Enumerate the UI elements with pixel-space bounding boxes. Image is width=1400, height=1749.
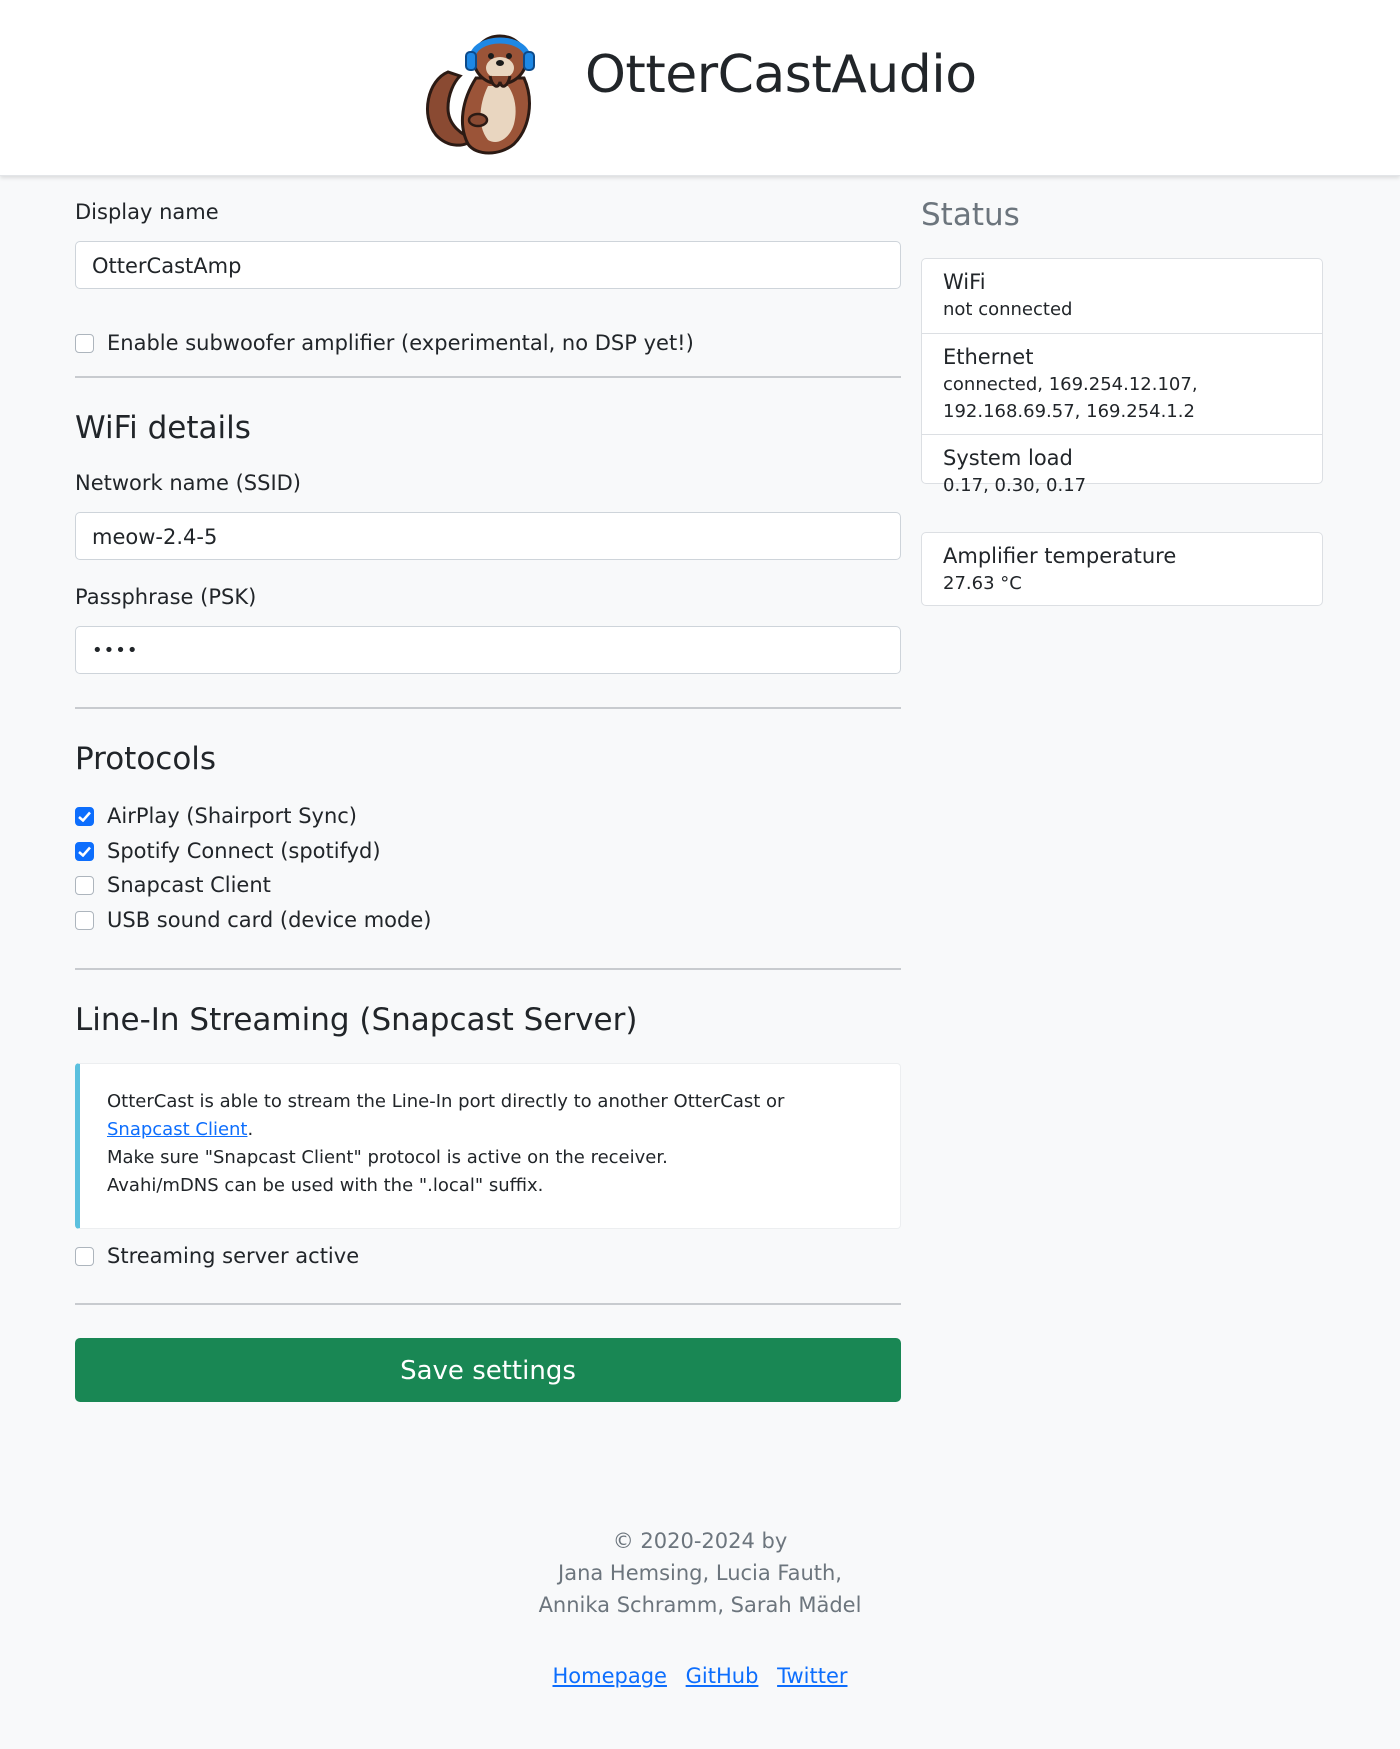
subwoofer-checkbox-row[interactable]: Enable subwoofer amplifier (experimental… — [75, 328, 694, 358]
status-ethernet: Ethernet connected, 169.254.12.107, 192.… — [922, 334, 1322, 435]
wifi-heading: WiFi details — [75, 410, 251, 446]
top-header: OtterCastAudio — [0, 0, 1400, 176]
airplay-checkbox[interactable] — [75, 806, 94, 826]
amp-temp-card: Amplifier temperature 27.63 °C — [921, 532, 1323, 606]
display-name-label: Display name — [75, 200, 219, 224]
psk-label: Passphrase (PSK) — [75, 585, 257, 609]
snapcast-label: Snapcast Client — [107, 873, 271, 897]
wifi-status-value: not connected — [943, 299, 1073, 320]
protocol-airplay-row[interactable]: AirPlay (Shairport Sync) — [75, 801, 357, 831]
status-wifi: WiFi not connected — [922, 259, 1322, 334]
protocol-spotify-row[interactable]: Spotify Connect (spotifyd) — [75, 836, 381, 866]
info-text: Avahi/mDNS can be used with the ".local"… — [107, 1175, 544, 1196]
save-settings-button[interactable]: Save settings — [75, 1338, 901, 1402]
snapcast-client-link[interactable]: Snapcast Client — [107, 1119, 247, 1140]
protocols-heading: Protocols — [75, 741, 217, 777]
app-title: OtterCastAudio — [585, 45, 977, 105]
status-system-load: System load 0.17, 0.30, 0.17 — [922, 435, 1322, 496]
status-amp-temp: Amplifier temperature 27.63 °C — [922, 533, 1322, 605]
ssid-label: Network name (SSID) — [75, 471, 301, 495]
subwoofer-checkbox[interactable] — [75, 333, 94, 353]
protocol-usb-row[interactable]: USB sound card (device mode) — [75, 905, 431, 935]
streaming-server-label: Streaming server active — [107, 1244, 360, 1268]
airplay-label: AirPlay (Shairport Sync) — [107, 804, 358, 828]
protocol-snapcast-row[interactable]: Snapcast Client — [75, 870, 271, 900]
system-load-value: 0.17, 0.30, 0.17 — [943, 475, 1087, 496]
status-card: WiFi not connected Ethernet connected, 1… — [921, 258, 1323, 496]
snapcast-checkbox[interactable] — [75, 875, 94, 895]
spotify-checkbox[interactable] — [75, 841, 94, 861]
info-text: OtterCast is able to stream the Line-In … — [107, 1091, 785, 1112]
spotify-label: Spotify Connect (spotifyd) — [107, 839, 381, 863]
status-title: Status — [921, 197, 1020, 233]
twitter-link[interactable]: Twitter — [777, 1664, 847, 1688]
divider — [75, 707, 901, 709]
ethernet-status-value: connected, 169.254.12.107, — [943, 374, 1198, 395]
usb-label: USB sound card (device mode) — [107, 908, 432, 932]
footer: © 2020-2024 by Jana Hemsing, Lucia Fauth… — [0, 1525, 1400, 1621]
info-text: Make sure "Snapcast Client" protocol is … — [107, 1147, 668, 1168]
streaming-server-checkbox[interactable] — [75, 1246, 94, 1266]
homepage-link[interactable]: Homepage — [552, 1664, 666, 1688]
footer-links: Homepage GitHub Twitter — [0, 1660, 1400, 1692]
psk-input[interactable]: •••• — [75, 626, 901, 674]
wifi-status-label: WiFi — [943, 270, 986, 294]
divider — [75, 1303, 901, 1305]
subwoofer-label: Enable subwoofer amplifier (experimental… — [107, 331, 694, 355]
streaming-server-row[interactable]: Streaming server active — [75, 1241, 359, 1271]
divider — [75, 376, 901, 378]
ethernet-status-value: 192.168.69.57, 169.254.1.2 — [943, 401, 1195, 422]
system-load-label: System load — [943, 446, 1073, 470]
line-in-info-callout: OtterCast is able to stream the Line-In … — [75, 1063, 901, 1229]
amp-temp-label: Amplifier temperature — [943, 544, 1177, 568]
ethernet-status-label: Ethernet — [943, 345, 1034, 369]
footer-authors: Annika Schramm, Sarah Mädel — [538, 1593, 862, 1617]
footer-copyright: © 2020-2024 by — [612, 1529, 788, 1553]
divider — [75, 968, 901, 970]
footer-authors: Jana Hemsing, Lucia Fauth, — [558, 1561, 842, 1585]
amp-temp-value: 27.63 °C — [943, 573, 1022, 594]
github-link[interactable]: GitHub — [686, 1664, 759, 1688]
info-text-end: . — [247, 1119, 254, 1140]
otter-logo-icon — [426, 34, 535, 155]
usb-checkbox[interactable] — [75, 910, 94, 930]
display-name-input[interactable]: OtterCastAmp — [75, 241, 901, 289]
ssid-input[interactable]: meow-2.4-5 — [75, 512, 901, 560]
line-in-heading: Line-In Streaming (Snapcast Server) — [75, 1002, 638, 1038]
